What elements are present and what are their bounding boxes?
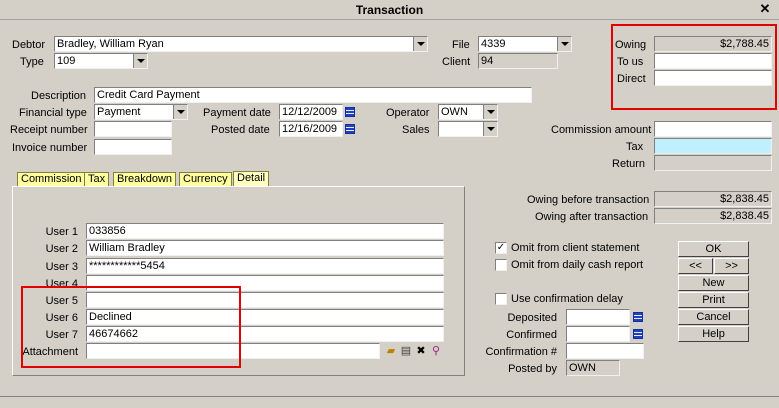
return-label: Return <box>612 158 646 170</box>
file-label: File <box>452 39 470 51</box>
tab-commission[interactable]: Commission <box>17 172 86 187</box>
status-bar <box>0 396 779 408</box>
omit-client-statement-label: Omit from client statement <box>511 242 640 254</box>
tab-breakdown[interactable]: Breakdown <box>113 172 177 187</box>
confirmation-number-field[interactable] <box>566 343 644 359</box>
commission-amount-field[interactable] <box>654 121 772 137</box>
invoice-number-label: Invoice number <box>12 142 88 154</box>
file-select[interactable]: 4339 <box>478 36 572 52</box>
operator-label: Operator <box>386 107 430 119</box>
financial-type-value: Payment <box>97 106 141 118</box>
chevron-down-icon[interactable] <box>173 105 187 119</box>
invoice-number-field[interactable] <box>94 139 172 155</box>
confirmation-number-label: Confirmation # <box>485 346 557 358</box>
tab-detail[interactable]: Detail <box>233 171 270 187</box>
user3-label: User 3 <box>45 261 78 273</box>
next-button[interactable]: >> <box>714 258 749 274</box>
commission-amount-label: Commission amount <box>551 124 652 136</box>
client-value: 94 <box>478 53 558 69</box>
sales-label: Sales <box>402 124 430 136</box>
omit-client-statement-checkbox[interactable]: ✓ <box>495 242 507 254</box>
owing-label: Owing <box>615 39 647 51</box>
cancel-button[interactable]: Cancel <box>678 309 749 325</box>
payment-date-field[interactable]: 12/12/2009 <box>279 104 343 120</box>
deposited-label: Deposited <box>507 312 557 324</box>
confirmed-field[interactable] <box>566 326 630 342</box>
operator-select[interactable]: OWN <box>438 104 498 120</box>
omit-daily-cash-label: Omit from daily cash report <box>511 259 644 271</box>
to-us-label: To us <box>617 56 644 68</box>
direct-label: Direct <box>617 73 646 85</box>
printer-icon[interactable]: ▤ <box>400 345 412 357</box>
chevron-down-icon[interactable] <box>413 37 427 51</box>
payment-date-label: Payment date <box>203 107 271 119</box>
chevron-down-icon[interactable] <box>557 37 571 51</box>
ok-button[interactable]: OK <box>678 241 749 257</box>
delete-icon[interactable]: ✖ <box>415 345 427 357</box>
description-field[interactable]: Credit Card Payment <box>94 87 532 103</box>
owing-before-label: Owing before transaction <box>527 194 650 206</box>
close-icon[interactable]: ✕ <box>757 1 773 17</box>
financial-type-label: Financial type <box>19 107 87 119</box>
omit-daily-cash-checkbox[interactable] <box>495 259 507 271</box>
type-label: Type <box>20 56 44 68</box>
chevron-down-icon[interactable] <box>483 122 497 136</box>
deposited-field[interactable] <box>566 309 630 325</box>
posted-by-label: Posted by <box>508 363 557 375</box>
user1-field[interactable]: 033856 <box>86 223 444 239</box>
direct-field[interactable] <box>654 70 772 86</box>
receipt-number-field[interactable] <box>94 121 172 137</box>
sales-select[interactable] <box>438 121 498 137</box>
user2-label: User 2 <box>45 243 78 255</box>
new-button[interactable]: New <box>678 275 749 291</box>
client-label: Client <box>442 56 471 68</box>
use-confirmation-delay-checkbox[interactable] <box>495 293 507 305</box>
type-value: 109 <box>57 55 76 67</box>
tab-tax[interactable]: Tax <box>84 172 110 187</box>
chevron-down-icon[interactable] <box>483 105 497 119</box>
folder-open-icon[interactable]: ▰ <box>385 345 397 357</box>
use-confirmation-delay-label: Use confirmation delay <box>511 293 623 305</box>
file-value: 4339 <box>481 38 506 50</box>
calendar-icon[interactable] <box>633 329 643 339</box>
calendar-icon[interactable] <box>345 124 355 134</box>
description-label: Description <box>31 90 87 102</box>
operator-value: OWN <box>441 106 468 118</box>
receipt-number-label: Receipt number <box>10 124 88 136</box>
search-icon[interactable]: ⚲ <box>430 345 442 357</box>
debtor-select[interactable]: Bradley, William Ryan <box>54 36 428 52</box>
window-title: Transaction <box>355 3 424 17</box>
owing-value: $2,788.45 <box>654 36 772 52</box>
posted-date-label: Posted date <box>211 124 270 136</box>
financial-type-select[interactable]: Payment <box>94 104 188 120</box>
user-fields-highlight-box <box>21 286 241 368</box>
tab-currency[interactable]: Currency <box>179 172 232 187</box>
help-button[interactable]: Help <box>678 326 749 342</box>
user2-field[interactable]: William Bradley <box>86 240 444 256</box>
to-us-field[interactable] <box>654 53 772 69</box>
posted-date-field[interactable]: 12/16/2009 <box>279 121 343 137</box>
type-select[interactable]: 109 <box>54 53 148 69</box>
debtor-value: Bradley, William Ryan <box>57 38 164 50</box>
user1-label: User 1 <box>45 226 78 238</box>
print-button[interactable]: Print <box>678 292 749 308</box>
previous-button[interactable]: << <box>678 258 713 274</box>
debtor-label: Debtor <box>12 39 46 51</box>
tax-label: Tax <box>626 141 644 153</box>
confirmed-label: Confirmed <box>506 329 557 341</box>
posted-by-value: OWN <box>566 360 620 376</box>
calendar-icon[interactable] <box>633 312 643 322</box>
calendar-icon[interactable] <box>345 107 355 117</box>
owing-after-label: Owing after transaction <box>535 211 649 223</box>
user3-field[interactable]: ************5454 <box>86 258 444 274</box>
tax-field[interactable] <box>654 138 772 154</box>
chevron-down-icon[interactable] <box>133 54 147 68</box>
owing-before-value: $2,838.45 <box>654 191 772 207</box>
owing-after-value: $2,838.45 <box>654 208 772 224</box>
return-value <box>654 155 772 171</box>
